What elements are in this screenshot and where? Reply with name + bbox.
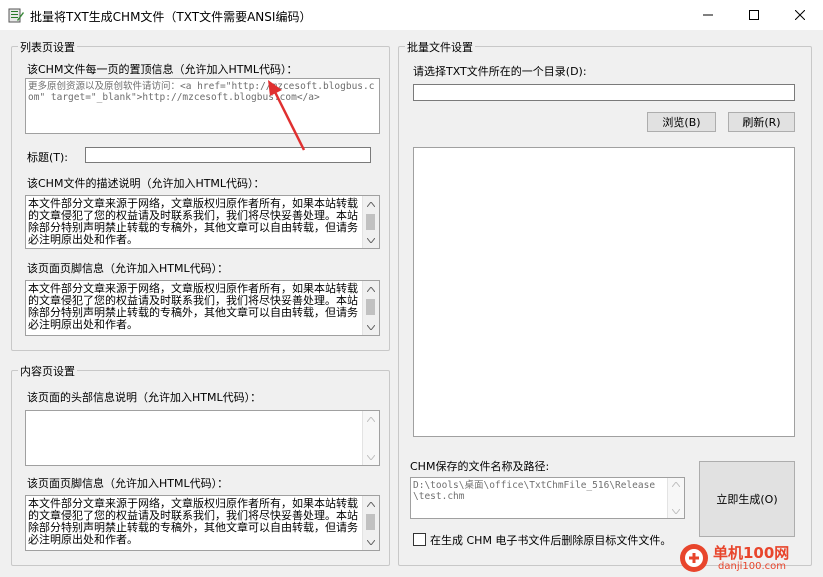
description-text: 本文件部分文章来源于网络，文章版权归原作者所有，如果本站转载的文章侵犯了您的权益… [28, 197, 358, 246]
minimize-button[interactable] [685, 0, 731, 30]
content-footer-text: 本文件部分文章来源于网络，文章版权归原作者所有，如果本站转载的文章侵犯了您的权益… [28, 497, 358, 546]
title-bar: 批量将TXT生成CHM文件（TXT文件需要ANSI编码） [0, 0, 823, 30]
content-footer-scrollbar[interactable] [362, 496, 379, 550]
list-footer-text: 本文件部分文章来源于网络，文章版权归原作者所有，如果本站转载的文章侵犯了您的权益… [28, 282, 358, 331]
title-input[interactable] [85, 147, 371, 163]
content-footer-label: 该页面页脚信息（允许加入HTML代码）： [27, 477, 229, 490]
description-label: 该CHM文件的描述说明（允许加入HTML代码）： [27, 177, 265, 190]
scroll-thumb[interactable] [366, 299, 375, 315]
delete-source-checkbox[interactable] [413, 533, 426, 546]
save-path-label: CHM保存的文件名称及路径: [410, 460, 550, 473]
refresh-button[interactable]: 刷新(R) [728, 112, 795, 132]
app-icon [8, 7, 24, 23]
top-info-label: 该CHM文件每一页的置顶信息（允许加入HTML代码）： [27, 63, 298, 76]
top-info-textarea[interactable]: 更多原创资源以及原创软件请访问：<a href="http://mzcesoft… [25, 78, 380, 134]
file-list[interactable] [413, 147, 795, 437]
maximize-button[interactable] [731, 0, 777, 30]
annotation-arrow-icon [268, 80, 306, 151]
scroll-down-icon[interactable] [363, 449, 379, 465]
watermark-logo-icon [680, 544, 708, 572]
scroll-up-icon[interactable] [668, 478, 684, 491]
content-footer-textarea[interactable]: 本文件部分文章来源于网络，文章版权归原作者所有，如果本站转载的文章侵犯了您的权益… [25, 495, 380, 551]
directory-input[interactable] [413, 84, 795, 101]
scroll-up-icon[interactable] [363, 411, 379, 427]
scroll-up-icon[interactable] [363, 496, 379, 512]
scroll-down-icon[interactable] [363, 319, 379, 335]
save-path-textarea[interactable]: D:\tools\桌面\office\TxtChmFile_516\Releas… [410, 477, 685, 519]
list-group-legend: 列表页设置 [18, 39, 77, 55]
scroll-thumb[interactable] [366, 514, 375, 530]
close-icon [795, 10, 805, 20]
directory-label: 请选择TXT文件所在的一个目录(D): [413, 65, 587, 78]
content-group-legend: 内容页设置 [18, 363, 77, 379]
watermark-name: 单机100网 [713, 544, 790, 562]
scroll-down-icon[interactable] [363, 534, 379, 550]
list-footer-label: 该页面页脚信息（允许加入HTML代码）： [27, 262, 229, 275]
content-header-textarea[interactable] [25, 410, 380, 466]
generate-button[interactable]: 立即生成(O) [699, 461, 795, 537]
scroll-down-icon[interactable] [363, 232, 379, 248]
close-button[interactable] [777, 0, 823, 30]
top-info-text: 更多原创资源以及原创软件请访问：<a href="http://mzcesoft… [28, 81, 375, 103]
window-title: 批量将TXT生成CHM文件（TXT文件需要ANSI编码） [30, 10, 312, 24]
list-footer-scrollbar[interactable] [362, 281, 379, 335]
content-header-label: 该页面的头部信息说明（允许加入HTML代码）： [27, 391, 262, 404]
content-header-scrollbar[interactable] [362, 411, 379, 465]
scroll-up-icon[interactable] [363, 281, 379, 297]
maximize-icon [749, 10, 759, 20]
scroll-down-icon[interactable] [668, 505, 684, 518]
description-scrollbar[interactable] [362, 196, 379, 248]
batch-group-legend: 批量文件设置 [405, 39, 475, 55]
list-footer-textarea[interactable]: 本文件部分文章来源于网络，文章版权归原作者所有，如果本站转载的文章侵犯了您的权益… [25, 280, 380, 336]
save-path-scrollbar[interactable] [667, 478, 684, 518]
watermark: 单机100网 danji100.com [673, 537, 823, 577]
title-label: 标题(T): [27, 151, 69, 164]
delete-source-label: 在生成 CHM 电子书文件后删除原目标文件文件。 [430, 534, 672, 547]
watermark-url: danji100.com [718, 561, 786, 572]
description-textarea[interactable]: 本文件部分文章来源于网络，文章版权归原作者所有，如果本站转载的文章侵犯了您的权益… [25, 195, 380, 249]
scroll-thumb[interactable] [366, 214, 375, 230]
scroll-up-icon[interactable] [363, 196, 379, 212]
browse-button[interactable]: 浏览(B) [647, 112, 716, 132]
save-path-text: D:\tools\桌面\office\TxtChmFile_516\Releas… [413, 480, 656, 502]
minimize-icon [703, 14, 713, 16]
